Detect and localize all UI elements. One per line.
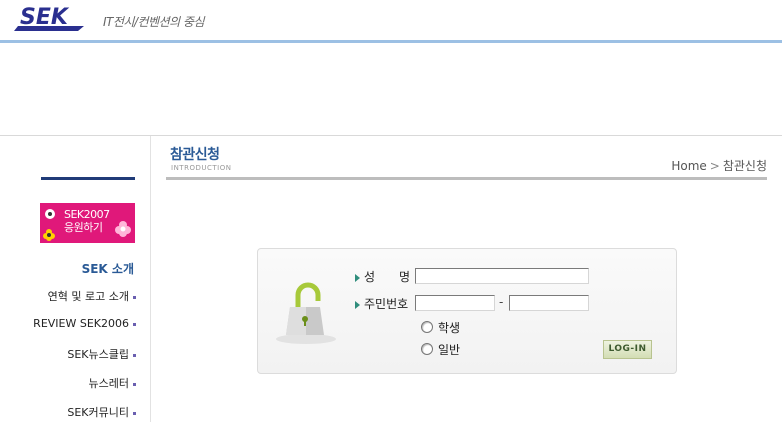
bullet-icon <box>133 382 136 386</box>
radio-circle-icon <box>421 343 433 355</box>
resident-number-dash: - <box>499 295 504 309</box>
radio-circle-icon <box>421 321 433 333</box>
radio-general[interactable]: 일반 <box>421 341 460 358</box>
sidebar-item-newsclip[interactable]: SEK뉴스클립 <box>0 346 136 375</box>
bullet-icon <box>133 353 136 357</box>
resident-number-back-input[interactable] <box>509 295 589 311</box>
arrow-icon <box>355 300 360 309</box>
sidebar-section-title: SEK 소개 <box>81 262 134 276</box>
name-label: 성 명 <box>355 268 410 285</box>
breadcrumb-separator: > <box>709 159 720 173</box>
sidebar-item-community[interactable]: SEK커뮤니티 <box>0 404 136 433</box>
login-form: 성 명 주민번호 - 학생 일반 LOG-IN <box>257 248 677 374</box>
sidebar-item-label: REVIEW SEK2006 <box>33 317 129 330</box>
bullet-icon <box>45 209 55 219</box>
sidebar-divider <box>41 177 135 180</box>
banner-area <box>0 43 782 136</box>
resident-number-front-input[interactable] <box>415 295 495 311</box>
top-header: SEK IT전시/컨벤션의 중심 <box>0 0 782 43</box>
login-button[interactable]: LOG-IN <box>603 340 652 359</box>
radio-general-label: 일반 <box>438 343 461 357</box>
page-subtitle: INTRODUCTION <box>171 164 232 172</box>
sidebar-item-history[interactable]: 연혁 및 로고 소개 <box>0 288 136 317</box>
radio-student[interactable]: 학생 <box>421 319 460 336</box>
cheer-banner-line1: SEK2007 <box>64 208 110 221</box>
title-divider <box>166 177 767 180</box>
lock-icon <box>276 282 336 344</box>
name-input[interactable] <box>415 268 589 284</box>
cheer-banner-button[interactable]: SEK2007 응원하기 <box>40 203 135 243</box>
sidebar-item-label: SEK뉴스클립 <box>67 348 129 361</box>
bullet-icon <box>133 322 136 326</box>
left-sidebar: SEK2007 응원하기 SEK 소개 연혁 및 로고 소개 REVIEW SE… <box>0 136 151 422</box>
sek-logo[interactable]: SEK <box>14 4 96 34</box>
resident-number-label: 주민번호 <box>355 295 408 312</box>
page-title: 참관신청 <box>170 147 220 163</box>
arrow-icon <box>355 273 360 282</box>
breadcrumb-current: 참관신청 <box>722 159 767 173</box>
breadcrumb-home[interactable]: Home <box>671 159 706 173</box>
svg-text:SEK: SEK <box>20 5 70 30</box>
bullet-icon <box>133 295 136 299</box>
flower-icon <box>43 229 55 241</box>
breadcrumb: Home > 참관신청 <box>671 157 767 174</box>
radio-student-label: 학생 <box>438 321 461 335</box>
header-tagline: IT전시/컨벤션의 중심 <box>103 15 205 29</box>
sidebar-item-label: 뉴스레터 <box>88 377 129 390</box>
bullet-icon <box>133 411 136 415</box>
sidebar-item-label: 연혁 및 로고 소개 <box>47 290 129 303</box>
sidebar-item-newsletter[interactable]: 뉴스레터 <box>0 375 136 404</box>
flower-icon <box>115 221 131 237</box>
sidebar-menu: 연혁 및 로고 소개 REVIEW SEK2006 SEK뉴스클립 뉴스레터 S… <box>0 288 136 433</box>
sidebar-item-review[interactable]: REVIEW SEK2006 <box>0 317 136 346</box>
cheer-banner-line2: 응원하기 <box>64 221 103 234</box>
sidebar-item-label: SEK커뮤니티 <box>67 406 129 419</box>
